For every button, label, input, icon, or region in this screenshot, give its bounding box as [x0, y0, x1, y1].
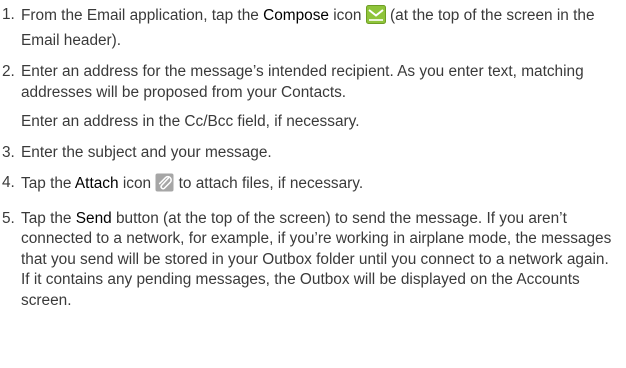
step-number: 5. [2, 209, 15, 227]
compose-envelope-icon [365, 5, 386, 31]
step-2-note: Enter an address in the Cc/Bcc field, if… [21, 113, 360, 130]
step-text: Tap the Send button (at the top of the s… [21, 209, 612, 309]
step-text: Enter an address for the message’s inten… [21, 63, 584, 101]
step-text: From the Email application, tap the Comp… [21, 5, 595, 49]
compose-label: Compose [263, 7, 329, 24]
step-number: 2. [2, 63, 15, 80]
step-text: Enter the subject and your message. [21, 143, 272, 161]
step-3: 3. Enter the subject and your message. [2, 143, 620, 164]
step-5: 5. Tap the Send button (at the top of th… [2, 209, 620, 312]
instructions-page: 1. From the Email application, tap the C… [0, 0, 626, 368]
step-number: 1. [2, 6, 15, 23]
send-label: Send [75, 209, 112, 227]
step-number: 4. [2, 174, 15, 191]
step-text: Tap the Attach icon to attach files, if … [21, 173, 620, 199]
step-2: 2. Enter an address for the message’s in… [2, 62, 620, 103]
step-1: 1. From the Email application, tap the C… [2, 5, 620, 51]
step-4: 4. Tap the Attach icon to attach files, … [2, 173, 620, 199]
step-number: 3. [2, 143, 15, 161]
attach-label: Attach [74, 175, 119, 192]
paperclip-attach-icon [155, 173, 174, 199]
